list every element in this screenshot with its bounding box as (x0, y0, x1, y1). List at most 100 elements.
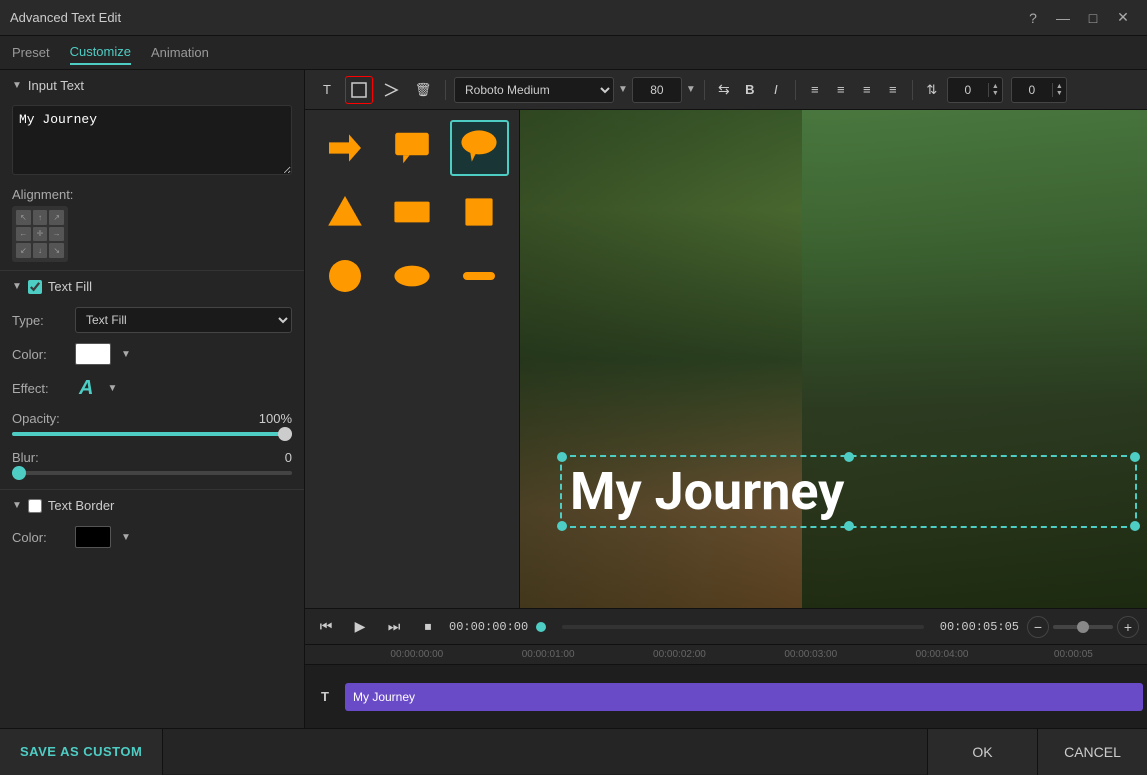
align-tc[interactable]: ↑ (33, 210, 48, 225)
align-mr[interactable]: → (49, 227, 64, 242)
align-right-btn[interactable]: ≡ (856, 77, 878, 103)
forward-btn[interactable]: ⏭ (381, 614, 407, 640)
transform-tool-btn[interactable] (377, 76, 405, 104)
tab-customize[interactable]: Customize (70, 40, 131, 65)
toolbar-sep-4 (912, 80, 913, 100)
bottom-bar: SAVE AS CUSTOM OK CANCEL (0, 728, 1147, 774)
minimize-button[interactable]: — (1049, 4, 1077, 32)
maximize-button[interactable]: □ (1079, 4, 1107, 32)
x-offset-input[interactable] (948, 81, 988, 99)
align-mc[interactable]: ✛ (33, 227, 48, 242)
y-offset-up[interactable]: ▲ (1053, 83, 1066, 90)
align-justify-btn[interactable]: ≡ (882, 77, 904, 103)
total-time: 00:00:05:05 (940, 620, 1019, 634)
type-select[interactable]: Text Fill Gradient Image (75, 307, 292, 333)
blur-slider-thumb[interactable] (12, 466, 26, 480)
align-tr[interactable]: ↗ (49, 210, 64, 225)
italic-btn[interactable]: I (765, 77, 787, 103)
title-bar-left: Advanced Text Edit (10, 10, 121, 25)
y-offset-down[interactable]: ▼ (1053, 90, 1066, 97)
track-content[interactable]: My Journey (345, 683, 1143, 711)
align-tl[interactable]: ↖ (16, 210, 31, 225)
shape-line[interactable] (450, 248, 509, 304)
alignment-section: Alignment: ↖ ↑ ↗ ← ✛ → ↙ ↓ ↘ (0, 183, 304, 270)
opacity-slider-thumb[interactable] (278, 427, 292, 441)
font-size-input[interactable]: 80 (632, 77, 682, 103)
zoom-in-btn[interactable]: + (1117, 616, 1139, 638)
close-button[interactable]: ✕ (1109, 4, 1137, 32)
color-swatch[interactable] (75, 343, 111, 365)
align-left-btn[interactable]: ≡ (804, 77, 826, 103)
text-dir-btn[interactable]: ⇅ (921, 77, 943, 103)
opacity-label: Opacity: (12, 411, 60, 426)
tab-animation[interactable]: Animation (151, 41, 209, 64)
x-offset-down[interactable]: ▼ (989, 90, 1002, 97)
text-overlay[interactable]: My Journey (560, 455, 1137, 528)
toolbar-sep-2 (704, 80, 705, 100)
align-ml[interactable]: ← (16, 227, 31, 242)
shape-rect-wide[interactable] (382, 184, 441, 240)
opacity-slider-track[interactable] (12, 432, 292, 436)
save-as-custom-button[interactable]: SAVE AS CUSTOM (0, 729, 163, 775)
shape-oval[interactable] (382, 248, 441, 304)
x-offset-group: ▲ ▼ (947, 77, 1003, 103)
rewind-btn[interactable]: ⏮ (313, 614, 339, 640)
toolbar-sep-1 (445, 80, 446, 100)
effect-dropdown-arrow[interactable]: ▼ (107, 383, 117, 394)
current-time: 00:00:00:00 (449, 620, 528, 634)
title-bar-controls: ? — □ ✕ (1019, 4, 1137, 32)
border-color-arrow[interactable]: ▼ (121, 532, 131, 543)
canvas-area: My Journey (520, 110, 1147, 608)
ok-button[interactable]: OK (927, 729, 1037, 775)
input-text-field[interactable]: My Journey (12, 105, 292, 175)
x-offset-up[interactable]: ▲ (989, 83, 1002, 90)
playback-bar: ⏮ ▶ ⏭ ⏹ 00:00:00:00 00:00:05:05 − + (305, 609, 1147, 645)
align-bl[interactable]: ↙ (16, 243, 31, 258)
bold-btn[interactable]: B (739, 77, 761, 103)
blur-section: Blur: 0 (0, 446, 304, 489)
zoom-out-btn[interactable]: − (1027, 616, 1049, 638)
align-bc[interactable]: ↓ (33, 243, 48, 258)
opacity-slider-fill (12, 432, 292, 436)
shape-speech-rect[interactable] (382, 120, 441, 176)
text-border-arrow: ▼ (12, 500, 22, 511)
help-button[interactable]: ? (1019, 4, 1047, 32)
border-color-swatch[interactable] (75, 526, 111, 548)
shape-circle[interactable] (315, 248, 374, 304)
align-br[interactable]: ↘ (49, 243, 64, 258)
effect-btn[interactable]: A (75, 375, 97, 402)
type-label: Type: (12, 313, 67, 328)
shape-tool-btn[interactable] (345, 76, 373, 104)
stop-btn[interactable]: ⏹ (415, 614, 441, 640)
tab-preset[interactable]: Preset (12, 41, 50, 64)
color-dropdown-arrow[interactable]: ▼ (121, 349, 131, 360)
align-center-btn[interactable]: ≡ (830, 77, 852, 103)
delete-tool-btn[interactable]: 🗑 (409, 76, 437, 104)
blur-label: Blur: (12, 450, 39, 465)
input-text-header[interactable]: ▼ Input Text (0, 70, 304, 101)
text-border-label: Text Border (48, 498, 114, 513)
shape-arrow[interactable] (315, 120, 374, 176)
text-border-checkbox[interactable] (28, 499, 42, 513)
ruler-mark-4: 00:00:04:00 (876, 649, 1007, 660)
text-tool-btn[interactable]: T (313, 76, 341, 104)
text-fill-checkbox[interactable] (28, 280, 42, 294)
main-layout: ▼ Input Text My Journey Alignment: ↖ ↑ ↗… (0, 70, 1147, 728)
title-bar: Advanced Text Edit ? — □ ✕ (0, 0, 1147, 36)
text-fill-header[interactable]: ▼ Text Fill (0, 271, 304, 302)
text-border-header[interactable]: ▼ Text Border (0, 490, 304, 521)
font-family-select[interactable]: Roboto Medium (454, 77, 614, 103)
toolbar-sep-3 (795, 80, 796, 100)
cancel-button[interactable]: CANCEL (1037, 729, 1147, 775)
opacity-section: Opacity: 100% (0, 407, 304, 446)
play-btn[interactable]: ▶ (347, 614, 373, 640)
shape-rect-small[interactable] (450, 184, 509, 240)
timeline-track-line[interactable] (562, 625, 924, 629)
shape-speech-round[interactable] (450, 120, 509, 176)
spacing-btn[interactable]: ⇆ (713, 77, 735, 103)
y-offset-input[interactable] (1012, 81, 1052, 99)
ruler-marks: 00:00:00:00 00:00:01:00 00:00:02:00 00:0… (351, 649, 1139, 660)
zoom-slider-thumb[interactable] (1077, 621, 1089, 633)
blur-slider-track[interactable] (12, 471, 292, 475)
shape-triangle[interactable] (315, 184, 374, 240)
